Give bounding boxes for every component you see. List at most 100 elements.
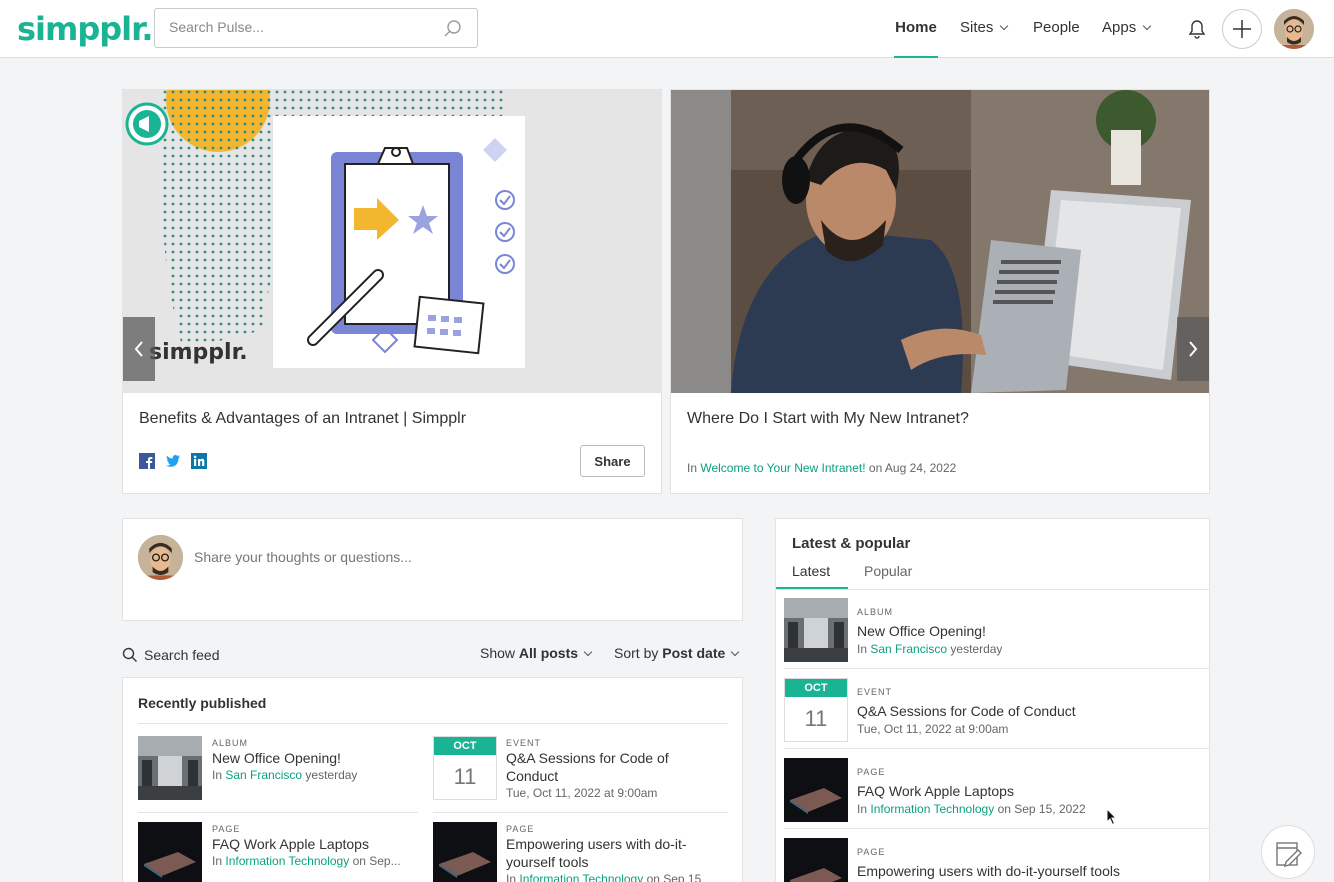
post-composer[interactable]: Share your thoughts or questions...: [122, 518, 743, 621]
hero-meta-date: on Aug 24, 2022: [868, 461, 957, 475]
hero-card-where-to-start[interactable]: Where Do I Start with My New Intranet? I…: [670, 89, 1210, 494]
item-type-label: ALBUM: [857, 607, 894, 617]
item-title-link[interactable]: FAQ Work Apple Laptops: [212, 835, 369, 853]
divider: [138, 723, 728, 724]
sort-value: Post date: [662, 645, 726, 661]
item-meta-prefix: In: [506, 872, 517, 882]
divider: [784, 828, 1210, 829]
search-box[interactable]: [154, 8, 478, 48]
show-filter-value: All posts: [518, 645, 579, 661]
item-title-line: Conduct: [506, 768, 559, 784]
bell-icon: [1188, 20, 1206, 39]
hero-title[interactable]: Benefits & Advantages of an Intranet | S…: [139, 410, 466, 428]
hero-title[interactable]: Where Do I Start with My New Intranet?: [687, 410, 969, 428]
search-input[interactable]: [169, 19, 429, 35]
create-button[interactable]: [1222, 9, 1262, 49]
page-thumbnail[interactable]: [784, 838, 848, 882]
item-meta-time: on Sep 15: [646, 872, 702, 882]
search-icon[interactable]: [443, 19, 463, 39]
item-title-link[interactable]: New Office Opening!: [857, 622, 986, 640]
hero-meta: In Welcome to Your New Intranet! on Aug …: [687, 461, 956, 475]
show-filter-dropdown[interactable]: Show All posts: [480, 645, 593, 661]
item-type-label: PAGE: [506, 824, 535, 834]
nav-people[interactable]: People: [1033, 0, 1080, 58]
event-date-badge[interactable]: OCT 11: [784, 678, 848, 742]
hero-image-illustration[interactable]: simpplr.: [123, 90, 661, 393]
item-site-link[interactable]: San Francisco: [870, 642, 947, 656]
event-day: 11: [453, 764, 477, 789]
event-month: OCT: [785, 679, 847, 697]
item-meta: In San Francisco yesterday: [212, 768, 357, 782]
item-title-link[interactable]: Empowering users with do-it- yourself to…: [506, 835, 687, 871]
simpplr-logo[interactable]: simpplr.: [17, 10, 154, 48]
item-type-label: PAGE: [212, 824, 241, 834]
linkedin-icon[interactable]: [191, 453, 207, 469]
item-meta: In Information Technology on Sep 15, 202…: [857, 802, 1086, 816]
item-title-line: yourself tools: [506, 854, 589, 870]
item-meta-time: yesterday: [950, 642, 1003, 656]
hero-card-benefits[interactable]: simpplr. Benefits & Advantages of an Int…: [122, 89, 662, 494]
search-feed-button[interactable]: Search feed: [144, 647, 220, 663]
item-type-label: EVENT: [506, 738, 542, 748]
nav-apps[interactable]: Apps: [1102, 0, 1152, 58]
tab-latest[interactable]: Latest: [792, 563, 830, 579]
feedback-button[interactable]: [1261, 825, 1315, 879]
carousel-prev-button[interactable]: [123, 317, 155, 381]
plus-icon: [1233, 20, 1251, 38]
item-meta-time: on Sep 15, 2022: [997, 802, 1086, 816]
album-thumbnail[interactable]: [138, 736, 202, 800]
nav-sites[interactable]: Sites: [960, 0, 1009, 58]
item-meta-prefix: In: [857, 802, 868, 816]
hero-meta-prefix: In: [687, 461, 698, 475]
chevron-down-icon: [731, 647, 740, 657]
item-title-link[interactable]: New Office Opening!: [212, 749, 341, 767]
item-title-line: Empowering users with do-it-: [506, 836, 687, 852]
item-meta-time: yesterday: [305, 768, 358, 782]
item-title-link[interactable]: FAQ Work Apple Laptops: [857, 782, 1014, 800]
twitter-icon[interactable]: [165, 453, 181, 469]
hero-brand-mark: simpplr.: [149, 340, 248, 365]
share-button[interactable]: Share: [580, 445, 645, 477]
item-title-link[interactable]: Q&A Sessions for Code of Conduct: [857, 702, 1076, 720]
tab-popular[interactable]: Popular: [864, 563, 912, 579]
item-title-line: Q&A Sessions for Code of: [506, 750, 669, 766]
divider: [784, 748, 1210, 749]
show-filter-prefix: Show: [480, 645, 516, 661]
divider: [776, 589, 1209, 590]
sort-dropdown[interactable]: Sort by Post date: [614, 645, 740, 661]
latest-popular-panel: Latest & popular Latest Popular ALBUM Ne…: [775, 518, 1210, 882]
item-title-link[interactable]: Q&A Sessions for Code of Conduct: [506, 749, 669, 785]
nav-sites-label: Sites: [960, 19, 994, 36]
chevron-right-icon: [1189, 341, 1198, 357]
recently-published-panel: Recently published ALBUM New Office Open…: [122, 677, 743, 882]
facebook-icon[interactable]: [139, 453, 155, 469]
chevron-down-icon: [1142, 21, 1152, 31]
page-thumbnail[interactable]: [784, 758, 848, 822]
hero-image-photo[interactable]: [671, 90, 1209, 393]
notifications-button[interactable]: [1177, 9, 1217, 49]
item-site-link[interactable]: Information Technology: [870, 802, 994, 816]
divider: [433, 812, 728, 813]
album-thumbnail[interactable]: [784, 598, 848, 662]
item-site-link[interactable]: San Francisco: [225, 768, 302, 782]
chevron-down-icon: [583, 647, 593, 657]
item-site-link[interactable]: Information Technology: [225, 854, 349, 868]
event-date-badge[interactable]: OCT 11: [433, 736, 497, 800]
event-datetime: Tue, Oct 11, 2022 at 9:00am: [506, 786, 658, 800]
hero-site-link[interactable]: Welcome to Your New Intranet!: [700, 461, 865, 475]
search-icon[interactable]: [122, 647, 138, 663]
latest-popular-title: Latest & popular: [792, 535, 911, 552]
divider: [784, 668, 1210, 669]
user-avatar[interactable]: [1274, 9, 1314, 49]
item-meta-time: on Sep...: [352, 854, 401, 868]
composer-avatar: [138, 535, 183, 580]
event-month: OCT: [434, 737, 496, 755]
nav-home[interactable]: Home: [894, 0, 938, 58]
item-site-link[interactable]: Information Technology: [519, 872, 643, 882]
composer-input[interactable]: Share your thoughts or questions...: [194, 549, 412, 565]
page-thumbnail[interactable]: [138, 822, 202, 882]
item-title-link[interactable]: Empowering users with do-it-yourself too…: [857, 862, 1120, 880]
item-type-label: PAGE: [857, 847, 886, 857]
carousel-next-button[interactable]: [1177, 317, 1209, 381]
page-thumbnail[interactable]: [433, 822, 497, 882]
